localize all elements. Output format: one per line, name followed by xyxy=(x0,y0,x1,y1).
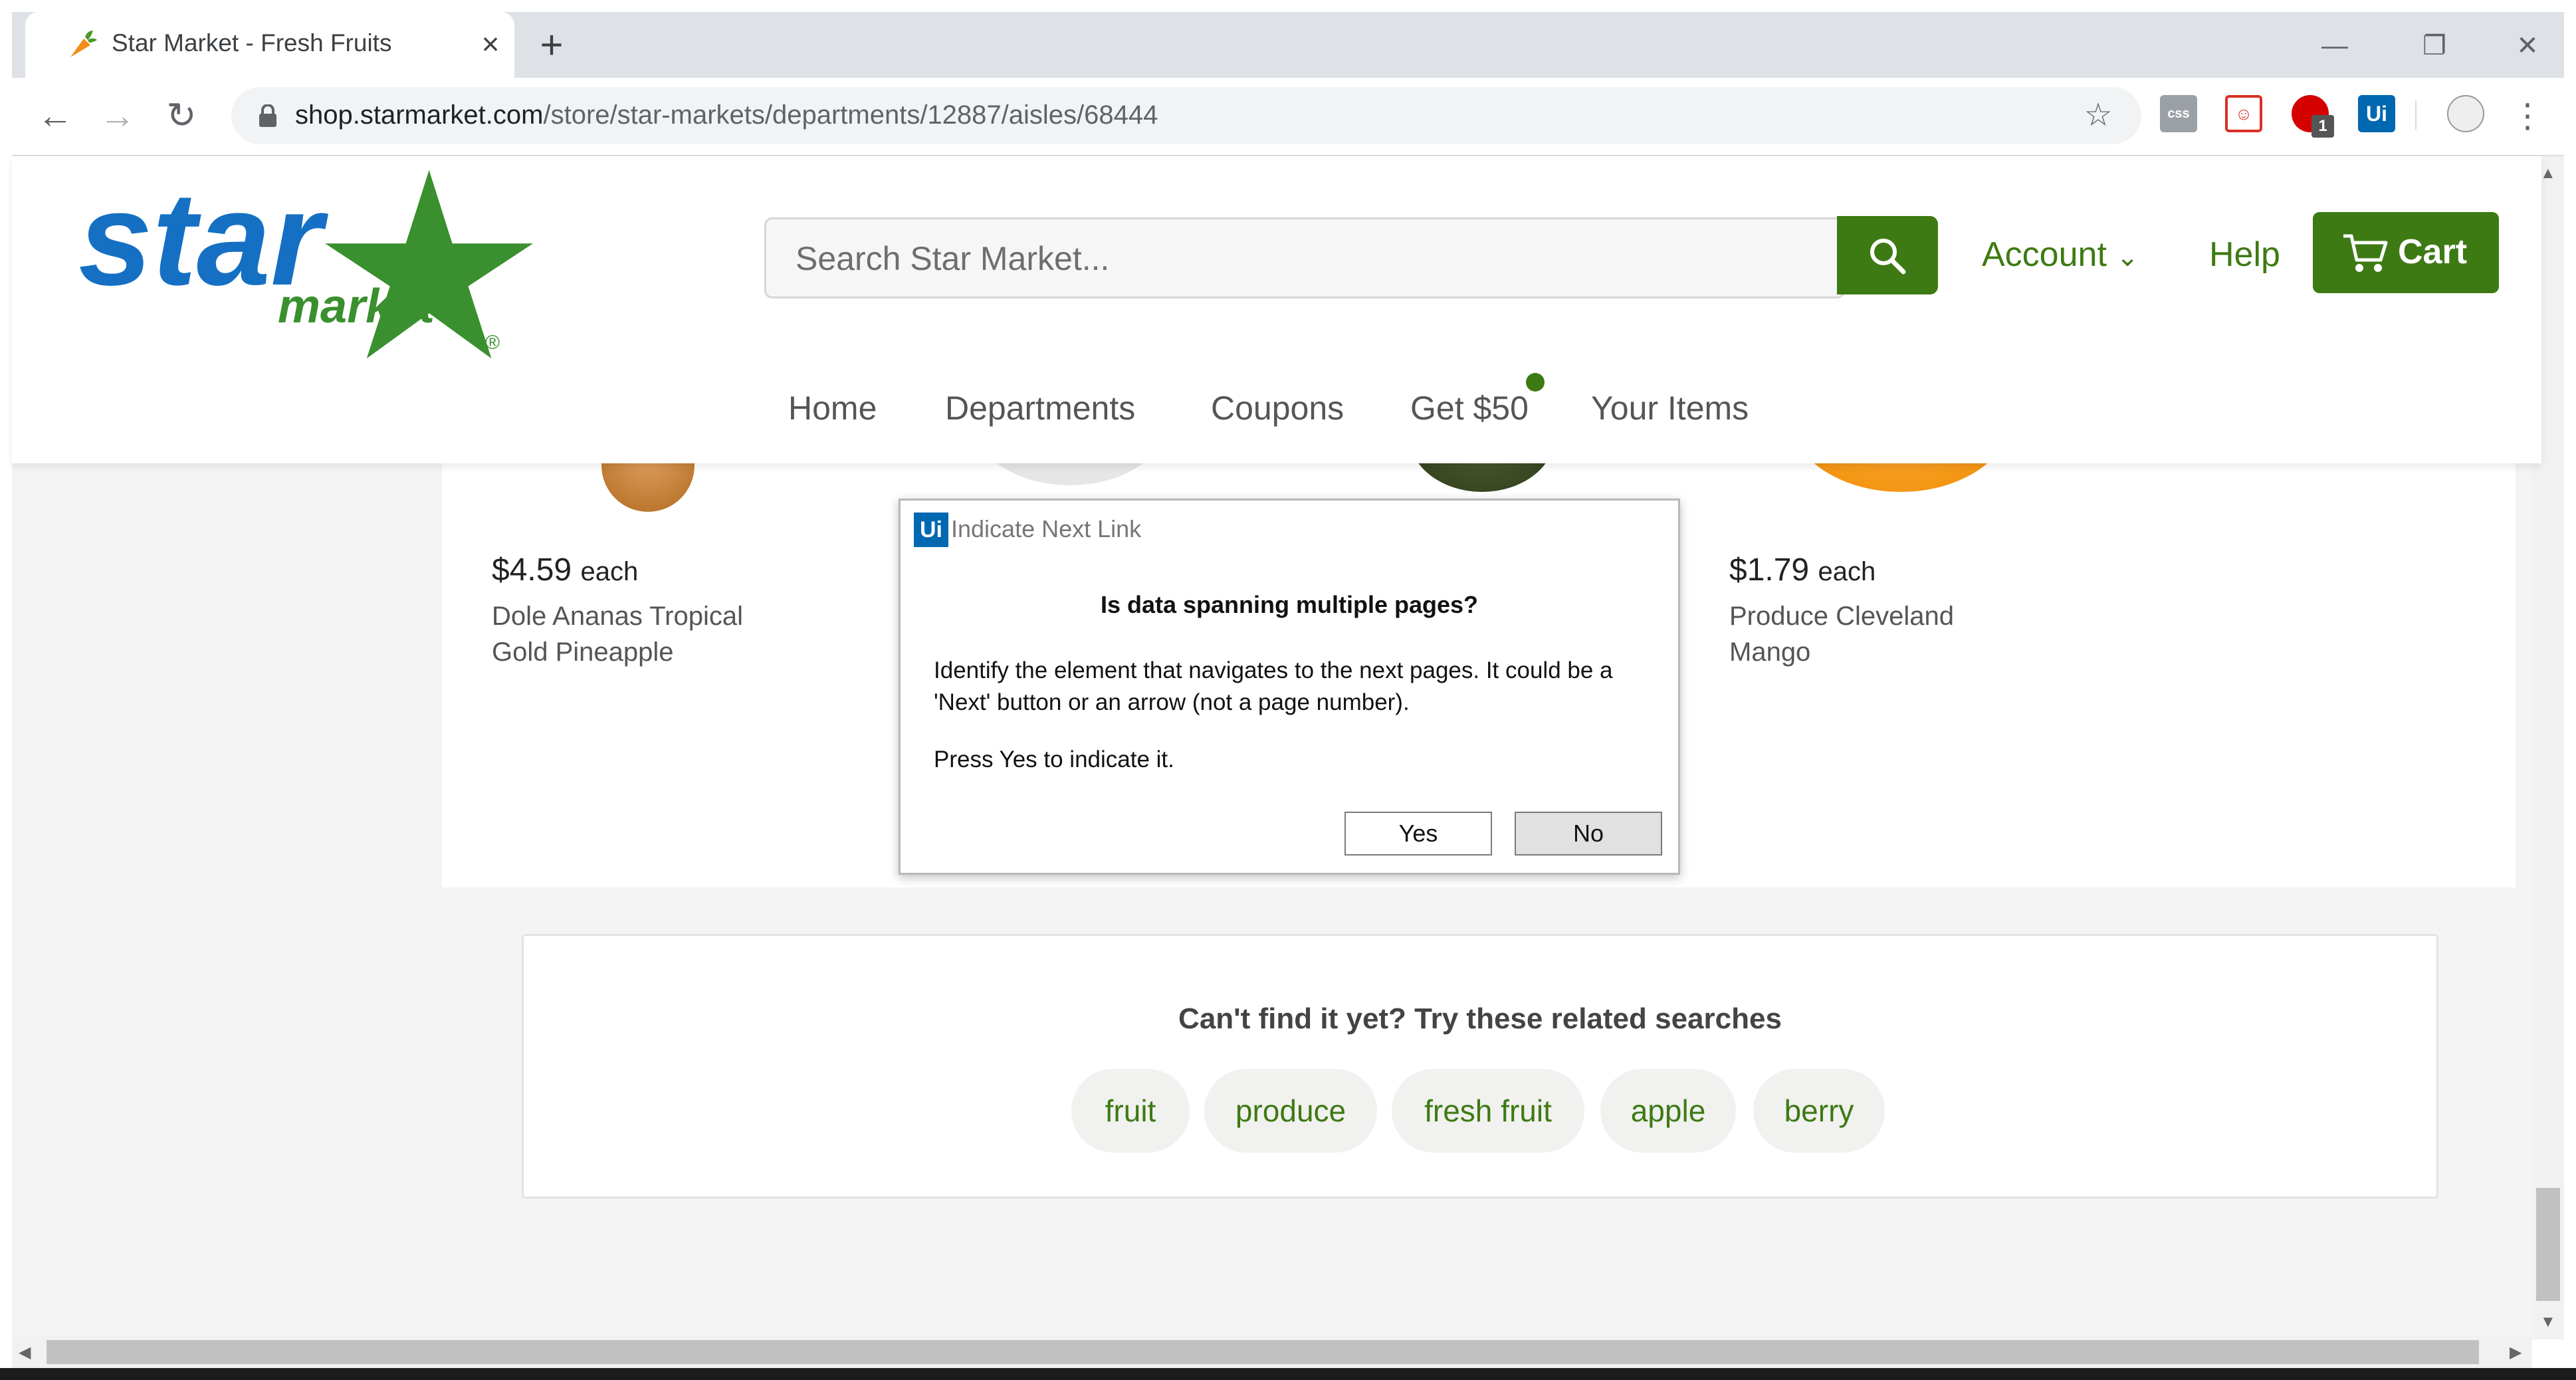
bookmark-star-icon[interactable]: ☆ xyxy=(2082,99,2115,132)
related-chip-produce[interactable]: produce xyxy=(1204,1069,1377,1153)
site-header: star market ® Search Star Market... Acco… xyxy=(12,156,2541,463)
scroll-left-arrow-icon[interactable]: ◀ xyxy=(19,1343,31,1362)
product-name[interactable]: Dole Ananas Tropical Gold Pineapple xyxy=(492,598,743,670)
logo-market-text: market xyxy=(278,280,437,333)
nav-home[interactable]: Home xyxy=(788,389,877,427)
carrot-favicon-icon xyxy=(70,31,97,57)
account-label: Account xyxy=(1982,235,2107,274)
cart-icon xyxy=(2343,234,2388,272)
back-arrow-icon[interactable]: ← xyxy=(32,92,78,139)
vertical-scroll-thumb[interactable] xyxy=(2536,1188,2560,1301)
more-menu-icon[interactable]: ⋮ xyxy=(2504,92,2551,139)
scroll-right-arrow-icon[interactable]: ▶ xyxy=(2510,1343,2522,1362)
dialog-question: Is data spanning multiple pages? xyxy=(1100,591,1479,618)
url-domain: shop.starmarket.com xyxy=(295,100,544,130)
price-unit: each xyxy=(1818,557,1876,586)
tab-close-icon[interactable]: × xyxy=(471,24,510,64)
url-text[interactable]: shop.starmarket.com/store/star-markets/d… xyxy=(295,100,1158,130)
horizontal-scroll-thumb[interactable] xyxy=(47,1340,2479,1364)
tab-title: Star Market - Fresh Fruits xyxy=(112,29,392,57)
product-name-line: Gold Pineapple xyxy=(492,637,674,667)
no-button[interactable]: No xyxy=(1515,812,1662,856)
product-name[interactable]: Produce Cleveland Mango xyxy=(1729,598,1954,670)
logo-registered-mark: ® xyxy=(485,332,500,354)
dialog-instruction: Press Yes to indicate it. xyxy=(934,747,1174,772)
related-searches-title: Can't find it yet? Try these related sea… xyxy=(1178,1002,1782,1035)
price-unit: each xyxy=(580,557,639,586)
nav-get-50[interactable]: Get $50 xyxy=(1410,389,1529,427)
forward-arrow-icon[interactable]: → xyxy=(94,92,141,139)
horizontal-scrollbar[interactable]: ◀ ▶ xyxy=(12,1336,2532,1368)
css-extension-icon[interactable]: css xyxy=(2160,95,2197,132)
reload-icon[interactable]: ↻ xyxy=(158,92,205,139)
related-chip-fresh-fruit[interactable]: fresh fruit xyxy=(1392,1069,1584,1153)
cart-label: Cart xyxy=(2398,233,2468,271)
avatar-icon[interactable] xyxy=(2447,95,2484,132)
product-name-line: Mango xyxy=(1729,637,1811,667)
lock-icon xyxy=(259,104,276,127)
uipath-extension-icon[interactable]: Ui xyxy=(2358,95,2395,132)
extension-badge: 1 xyxy=(2311,115,2334,138)
yes-button[interactable]: Yes xyxy=(1344,812,1492,856)
search-button[interactable] xyxy=(1837,216,1938,294)
dialog-body: Identify the element that navigates to t… xyxy=(934,657,1613,715)
search-field[interactable]: Search Star Market... xyxy=(764,217,1845,298)
cart-button[interactable]: Cart xyxy=(2313,212,2499,293)
price-value: $1.79 xyxy=(1729,552,1810,588)
related-searches: Can't find it yet? Try these related sea… xyxy=(522,934,2438,1199)
restore-icon[interactable]: ❐ xyxy=(2398,23,2471,69)
account-menu[interactable]: Account ⌄ xyxy=(1982,235,2139,275)
product-price: $4.59 each xyxy=(492,552,638,588)
star-market-logo[interactable]: star market ® xyxy=(78,168,564,361)
scroll-down-arrow-icon[interactable]: ▼ xyxy=(2540,1313,2556,1331)
search-icon xyxy=(1870,239,1906,275)
help-link[interactable]: Help xyxy=(2209,235,2280,275)
price-value: $4.59 xyxy=(492,552,572,588)
dialog-title: Indicate Next Link xyxy=(951,515,1142,542)
ext-badge-icon[interactable]: 1 xyxy=(2292,95,2334,138)
indicate-next-link-dialog: Ui Indicate Next Link Is data spanning m… xyxy=(899,499,1680,875)
product-name-line: Dole Ananas Tropical xyxy=(492,602,744,631)
search-input[interactable]: Search Star Market... xyxy=(796,239,1109,278)
ext-red-icon[interactable]: ☺ xyxy=(2225,95,2262,132)
related-chip-berry[interactable]: berry xyxy=(1753,1069,1885,1153)
new-tab-button[interactable]: + xyxy=(530,25,573,68)
nav-coupons[interactable]: Coupons xyxy=(1211,389,1344,427)
product-name-line: Produce Cleveland xyxy=(1729,602,1954,631)
url-path: /store/star-markets/departments/12887/ai… xyxy=(543,100,1158,130)
taskbar-strip xyxy=(0,1368,2576,1380)
related-chip-apple[interactable]: apple xyxy=(1600,1069,1736,1153)
uipath-icon: Ui xyxy=(914,513,948,547)
browser-toolbar: ← → ↻ shop.starmarket.com/store/star-mar… xyxy=(12,78,2564,156)
address-bar[interactable]: shop.starmarket.com/store/star-markets/d… xyxy=(231,87,2141,144)
nav-your-items[interactable]: Your Items xyxy=(1591,389,1749,427)
product-price: $1.79 each xyxy=(1729,552,1876,588)
tab-strip: Star Market - Fresh Fruits × + — ❐ ✕ xyxy=(12,12,2564,78)
toolbar-divider xyxy=(2415,100,2416,130)
minimize-icon[interactable]: — xyxy=(2298,23,2371,69)
scroll-up-arrow-icon[interactable]: ▲ xyxy=(2540,164,2556,183)
chevron-down-icon: ⌄ xyxy=(2116,243,2139,272)
related-chip-fruit[interactable]: fruit xyxy=(1071,1069,1190,1153)
close-window-icon[interactable]: ✕ xyxy=(2491,23,2564,69)
nav-departments[interactable]: Departments xyxy=(945,389,1135,427)
browser-tab-active[interactable]: Star Market - Fresh Fruits × xyxy=(25,12,514,78)
notification-dot xyxy=(1526,373,1545,392)
